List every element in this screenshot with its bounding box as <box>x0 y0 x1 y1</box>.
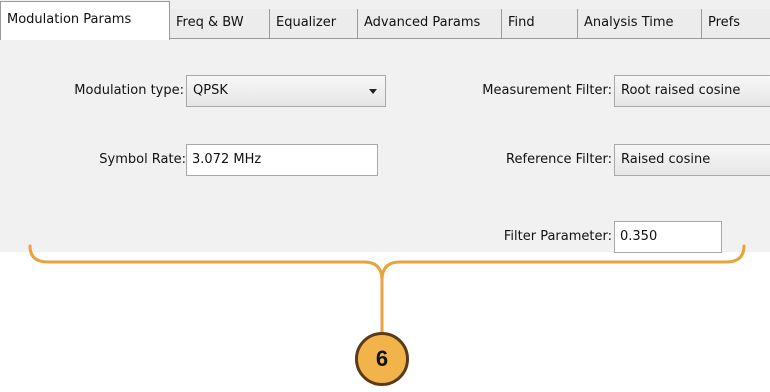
tab-modulation-params[interactable]: Modulation Params <box>0 1 170 40</box>
callout-bracket-line <box>28 244 746 336</box>
callout-number-badge: 6 <box>355 332 409 386</box>
